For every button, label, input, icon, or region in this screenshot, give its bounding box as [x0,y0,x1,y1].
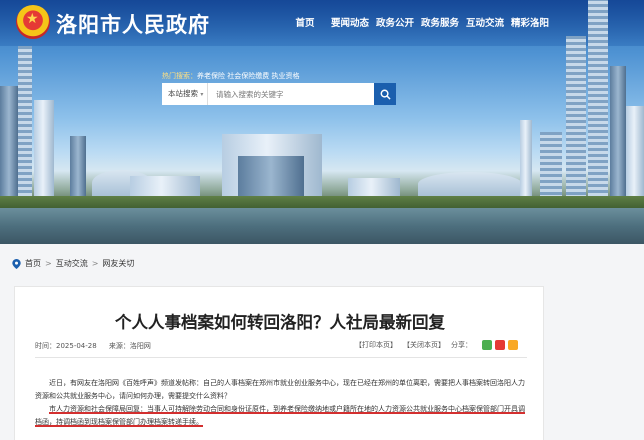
article-card: 个人人事档案如何转回洛阳？人社局最新回复 时间：2025-04-28 来源：洛阳… [14,286,544,440]
site-title[interactable]: 洛阳市人民政府 [56,9,210,39]
building [348,178,400,196]
wechat-share-icon[interactable] [482,340,492,350]
national-emblem-icon: ★ [16,5,50,39]
breadcrumb-separator: > [45,259,52,268]
hot-search: 热门搜索：养老保险 社会保险缴费 执业资格 [162,71,299,81]
article-body: 近日，有网友在洛阳网《百姓呼声》频道发帖称：自己的人事档案在郑州市就业创业服务中… [35,377,527,429]
article-meta: 时间：2025-04-28 来源：洛阳网 [35,341,151,351]
building [540,132,562,196]
breadcrumb: 首页 > 互动交流 > 网友关切 [12,258,134,269]
article-tools: 【打印本页】 【关闭本页】 分享： [355,340,518,350]
building [520,120,532,196]
building [130,176,200,196]
nav-gov-info[interactable]: 政务公开 [374,15,416,29]
article-paragraph: 市人力资源和社会保障局回复：当事人可持解除劳动合同和身份证原件，到养老保险缴纳地… [35,405,525,426]
building [34,100,54,196]
article-time: 时间：2025-04-28 [35,342,97,350]
building [626,106,644,196]
river [0,208,644,244]
share-label: 分享： [451,341,472,349]
hot-search-terms[interactable]: 养老保险 社会保险缴费 执业资格 [197,72,299,80]
site-header: ★ 洛阳市人民政府 首页 要闻动态 政务公开 政务服务 互动交流 精彩洛阳 [0,0,644,46]
breadcrumb-interaction[interactable]: 互动交流 [56,258,88,269]
qzone-share-icon[interactable] [508,340,518,350]
article-title: 个人人事档案如何转回洛阳？人社局最新回复 [115,313,445,332]
nav-news[interactable]: 要闻动态 [329,15,371,29]
nav-home[interactable]: 首页 [284,15,326,29]
close-page-link[interactable]: 【关闭本页】 [403,340,445,350]
building [418,172,522,196]
divider [35,357,527,358]
building [0,86,18,196]
location-pin-icon [12,258,21,269]
nav-gov-service[interactable]: 政务服务 [419,15,461,29]
search-scope-label: 本站搜索 [168,89,198,98]
search-button[interactable] [374,83,396,105]
article-paragraph: 近日，有网友在洛阳网《百姓呼声》频道发帖称：自己的人事档案在郑州市就业创业服务中… [35,379,525,400]
building [566,36,586,196]
article-source: 来源：洛阳网 [108,342,151,350]
search-scope-select[interactable]: 本站搜索 ▾ [162,83,208,105]
hot-search-label: 热门搜索： [162,72,197,80]
share-icons [482,340,518,350]
nav-interaction[interactable]: 互动交流 [464,15,506,29]
building [70,136,86,196]
breadcrumb-current[interactable]: 网友关切 [102,258,134,269]
building [610,66,626,196]
print-page-link[interactable]: 【打印本页】 [355,340,397,350]
building [238,156,304,196]
search-bar: 本站搜索 ▾ [162,83,396,105]
search-input[interactable] [208,83,374,105]
search-icon [380,89,391,100]
breadcrumb-separator: > [91,259,99,268]
nav-luoyang[interactable]: 精彩洛阳 [509,15,551,29]
main-nav: 首页 要闻动态 政务公开 政务服务 互动交流 精彩洛阳 [284,15,551,29]
building [18,46,32,196]
weibo-share-icon[interactable] [495,340,505,350]
chevron-down-icon: ▾ [200,91,204,98]
breadcrumb-home[interactable]: 首页 [25,258,41,269]
